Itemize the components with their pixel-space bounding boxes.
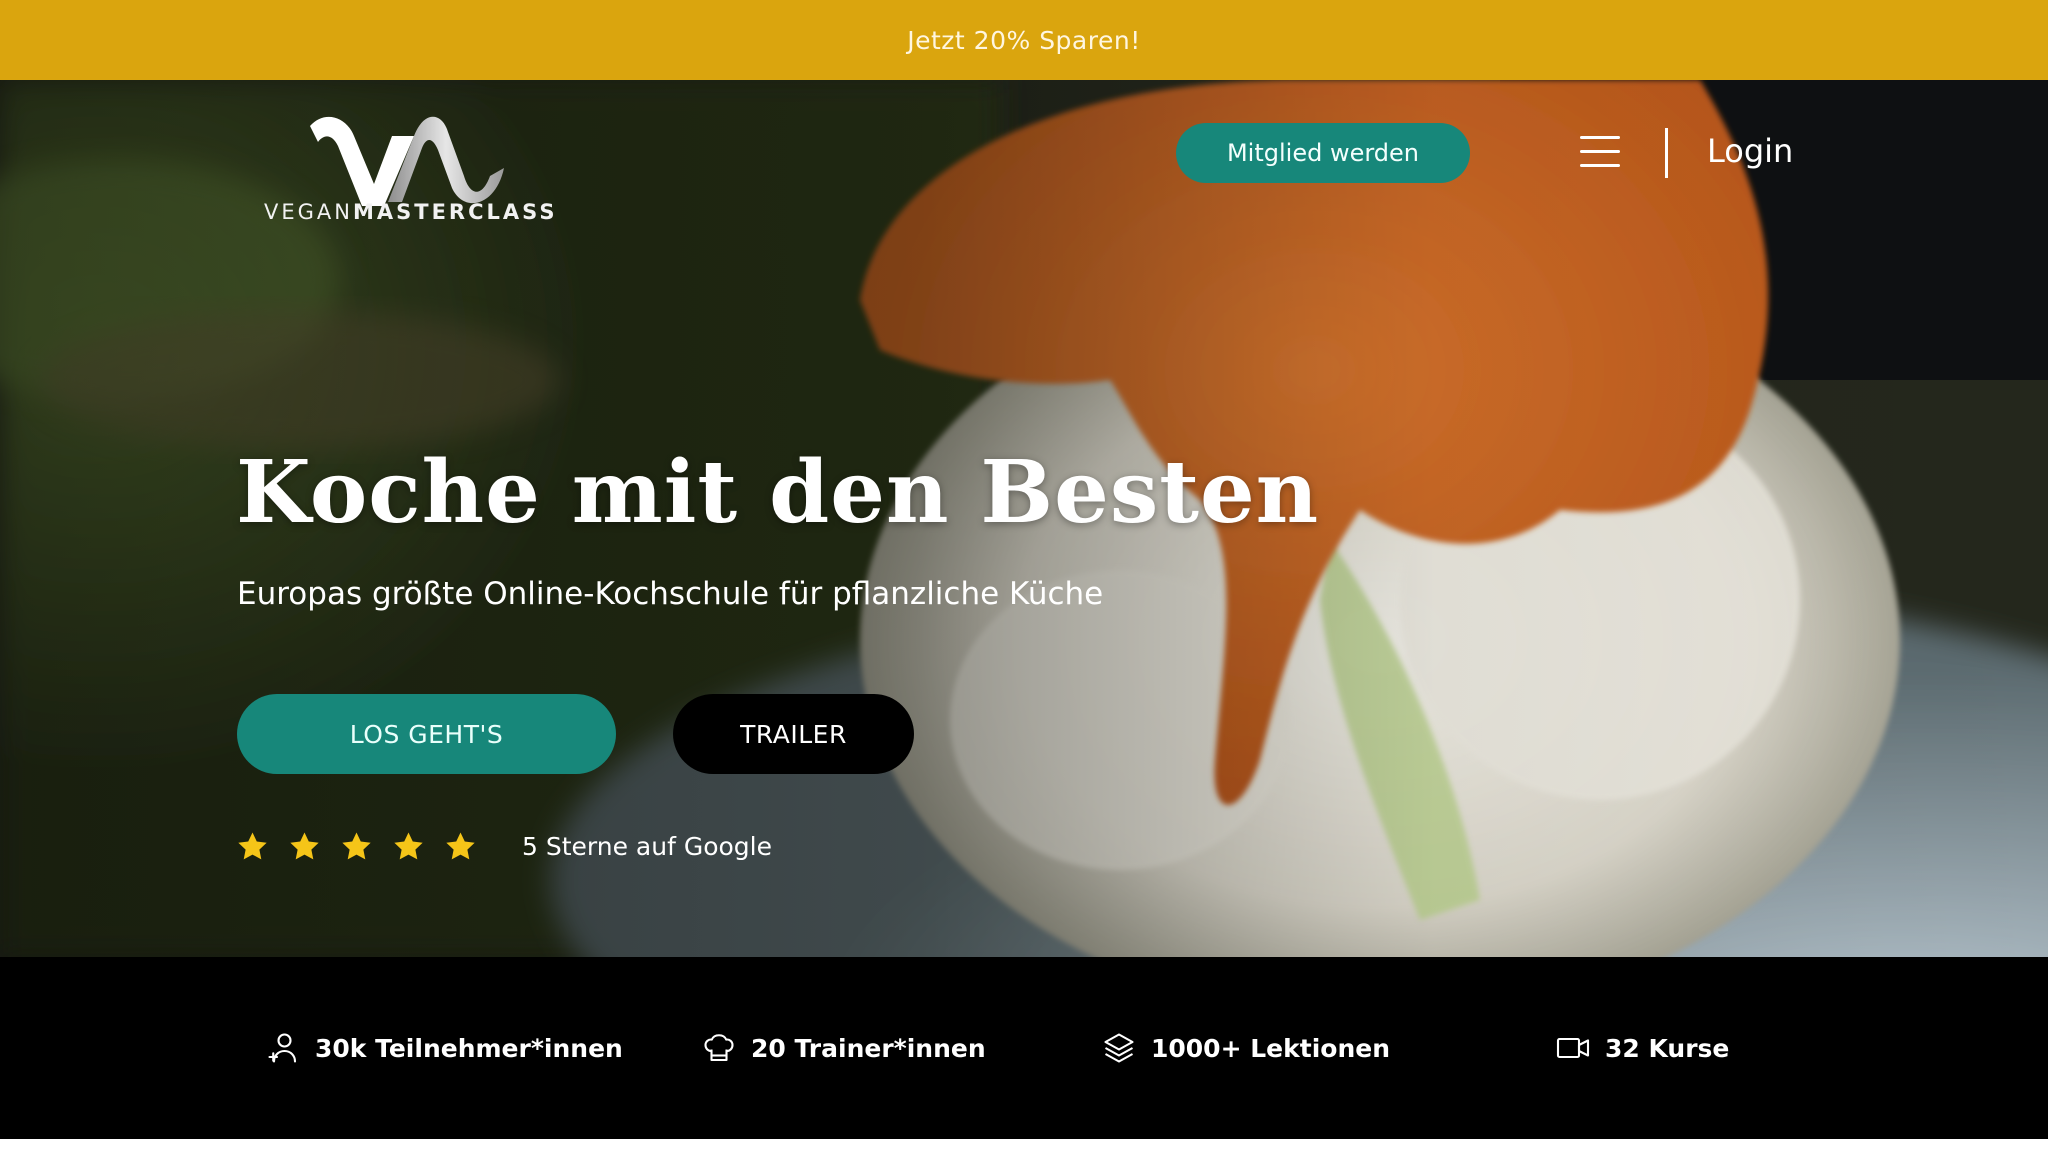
rating-stars xyxy=(236,830,477,863)
trailer-button[interactable]: TRAILER xyxy=(673,694,914,774)
video-camera-icon xyxy=(1556,1037,1590,1059)
stat-trainers: 20 Trainer*innen xyxy=(701,1030,986,1066)
hero-section: VEGANMASTERCLASS Mitglied werden Login K… xyxy=(0,80,2048,957)
layers-icon xyxy=(1104,1033,1134,1063)
stats-bar: 30k Teilnehmer*innen 20 Trainer*innen 10… xyxy=(0,957,2048,1139)
stat-lessons: 1000+ Lektionen xyxy=(1101,1030,1390,1066)
header-divider xyxy=(1665,128,1668,178)
promo-banner[interactable]: Jetzt 20% Sparen! xyxy=(0,0,2048,80)
hero-subtitle: Europas größte Online-Kochschule für pfl… xyxy=(237,576,1104,612)
chef-hat-icon xyxy=(704,1034,734,1062)
star-icon xyxy=(446,832,475,860)
promo-text[interactable]: Jetzt 20% Sparen! xyxy=(907,26,1140,55)
become-member-button[interactable]: Mitglied werden xyxy=(1176,123,1470,183)
stat-label: 32 Kurse xyxy=(1605,1033,1730,1063)
stat-courses: 32 Kurse xyxy=(1555,1030,1729,1066)
page-bottom xyxy=(0,1139,2048,1152)
logo-wordmark: VEGANMASTERCLASS xyxy=(264,200,557,224)
rating-text: 5 Sterne auf Google xyxy=(522,832,772,861)
hamburger-menu-icon[interactable] xyxy=(1580,136,1620,168)
stat-participants: 30k Teilnehmer*innen xyxy=(265,1030,623,1066)
hero-title: Koche mit den Besten xyxy=(236,442,1320,543)
logo-word-vegan: VEGAN xyxy=(264,200,353,224)
user-plus-icon xyxy=(268,1033,297,1063)
stat-label: 1000+ Lektionen xyxy=(1151,1033,1390,1063)
login-link[interactable]: Login xyxy=(1707,132,1793,170)
stat-label: 30k Teilnehmer*innen xyxy=(315,1033,623,1063)
logo-word-masterclass: MASTERCLASS xyxy=(352,200,558,224)
star-icon xyxy=(394,832,423,860)
stat-label: 20 Trainer*innen xyxy=(751,1033,986,1063)
get-started-button[interactable]: LOS GEHT'S xyxy=(237,694,616,774)
star-icon xyxy=(342,832,371,860)
star-icon xyxy=(290,832,319,860)
vegan-masterclass-logo[interactable] xyxy=(264,106,554,206)
star-icon xyxy=(238,832,267,860)
